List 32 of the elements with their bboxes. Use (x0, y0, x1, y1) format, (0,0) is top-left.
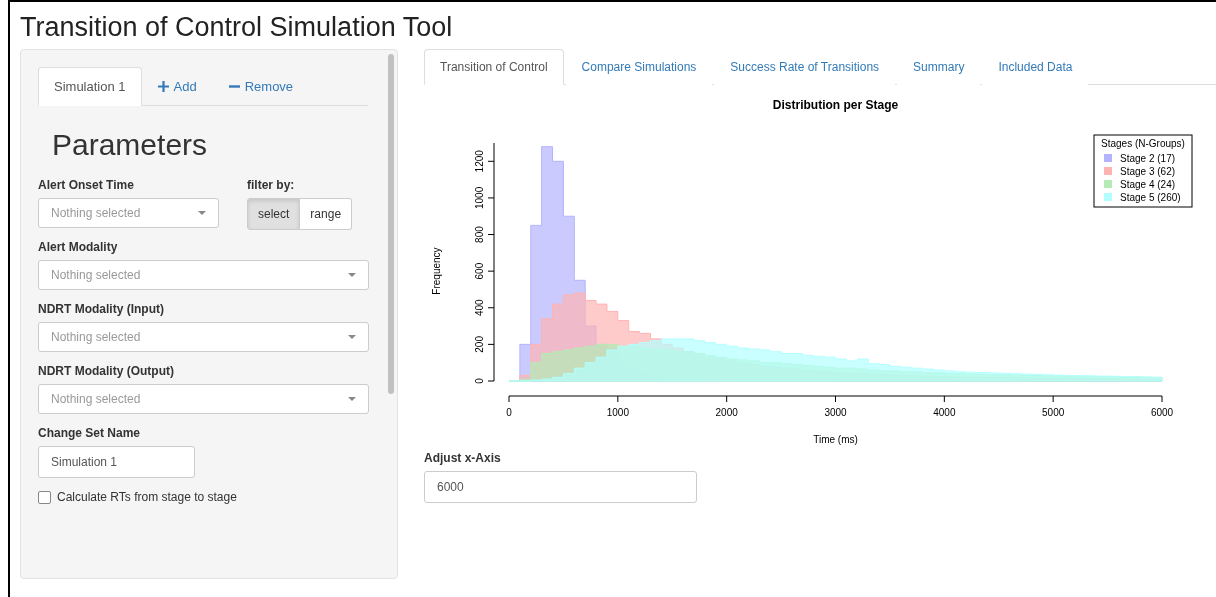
field-label: Alert Modality (38, 240, 119, 254)
legend-label: Stage 3 (62) (1120, 166, 1176, 177)
chart-title: Distribution per Stage (772, 98, 899, 112)
field-label: NDRT Modality (Input) (38, 302, 165, 316)
x-tick-label: 0 (506, 407, 512, 418)
x-tick-label: 4000 (933, 407, 956, 418)
legend-title: Stages (N-Groups) (1101, 138, 1185, 149)
y-tick-label: 400 (474, 299, 485, 317)
app-title: Transition of Control Simulation Tool (20, 12, 454, 43)
field-label: Alert Onset Time (38, 178, 135, 192)
x-tick-label: 6000 (1150, 407, 1174, 418)
x-tick-label: 3000 (824, 407, 847, 418)
field-label: NDRT Modality (Output) (38, 364, 175, 378)
y-tick-label: 200 (474, 336, 485, 353)
x-axis-label: Time (ms) (813, 434, 858, 445)
x-tick-label: 5000 (1042, 407, 1065, 418)
y-tick-label: 600 (474, 262, 485, 280)
y-tick-label: 1200 (474, 150, 485, 173)
y-axis-label: Frequency (431, 247, 442, 295)
checkbox-label: Calculate RTs from stage to stage (57, 490, 237, 504)
field-label: Change Set Name (38, 426, 142, 440)
legend-label: Stage 4 (24) (1120, 179, 1176, 190)
field-label: filter by: (247, 178, 296, 192)
legend-label: Stage 2 (17) (1120, 153, 1176, 164)
x-tick-label: 2000 (715, 407, 738, 418)
field-label: Adjust x-Axis (424, 451, 502, 465)
x-tick-label: 1000 (606, 407, 629, 418)
y-tick-label: 0 (474, 378, 485, 384)
y-tick-label: 800 (474, 226, 485, 243)
legend-label: Stage 5 (260) (1120, 192, 1181, 203)
y-tick-label: 1000 (474, 186, 485, 210)
section-heading: Parameters (52, 128, 209, 162)
